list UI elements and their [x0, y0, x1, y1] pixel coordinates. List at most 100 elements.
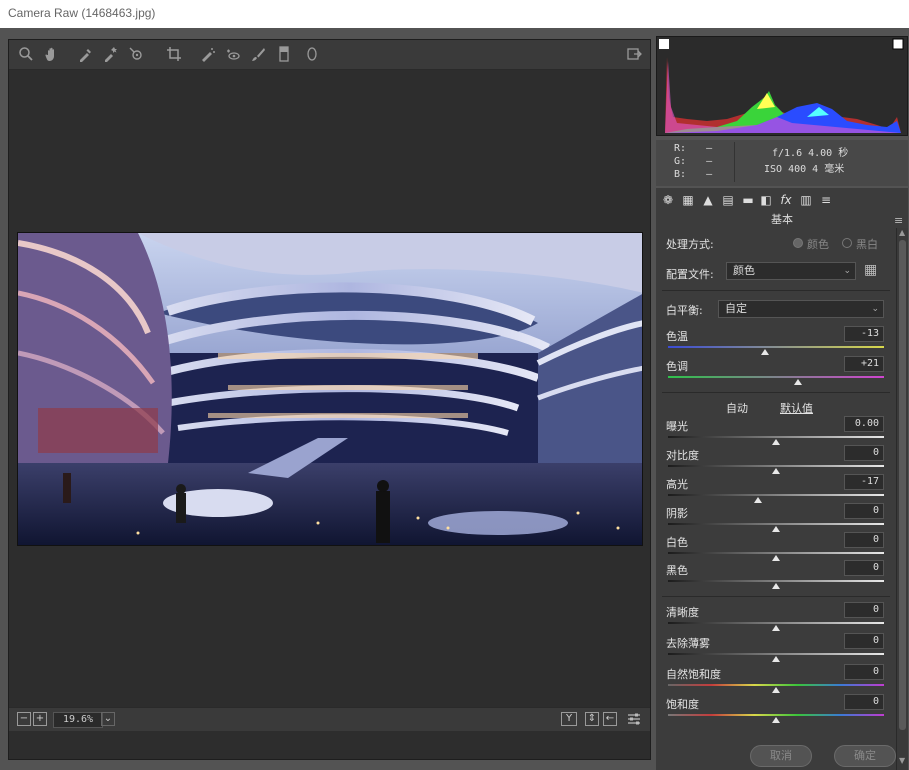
slider-track[interactable]	[668, 580, 884, 582]
profile-dropdown[interactable]: 颜色 ⌄	[726, 262, 856, 280]
profile-browser-icon[interactable]: ▦	[864, 262, 882, 280]
exif-r-label: R: —	[674, 143, 713, 154]
slider-thumb[interactable]	[772, 625, 780, 631]
cancel-button[interactable]: 取消	[750, 745, 812, 767]
slider-track[interactable]	[668, 436, 884, 438]
slider-value-input[interactable]: 0	[844, 445, 884, 461]
slider-label: 自然饱和度	[666, 668, 721, 681]
slider-thumb[interactable]	[772, 656, 780, 662]
slider-thumb[interactable]	[772, 687, 780, 693]
slider-value-input[interactable]: 0	[844, 503, 884, 519]
tab-tone-curve-icon[interactable]: ▦	[680, 193, 696, 207]
default-button[interactable]: 默认值	[780, 400, 813, 416]
status-bar: − + 19.6% ⌄ Y ⇕ ←	[9, 707, 650, 731]
slider-thumb[interactable]	[772, 583, 780, 589]
tab-effects-icon[interactable]: fx	[778, 193, 794, 207]
targeted-adjustment-icon[interactable]	[127, 46, 145, 64]
slider-value-input[interactable]: +21	[844, 356, 884, 372]
slider-label: 清晰度	[666, 606, 699, 619]
auto-button[interactable]: 自动	[726, 400, 748, 416]
slider-thumb[interactable]	[753, 497, 762, 503]
preview-image	[17, 232, 643, 546]
zoom-dropdown-icon[interactable]: ⌄	[101, 712, 115, 726]
treatment-label: 处理方式:	[666, 238, 714, 251]
slider-track[interactable]	[668, 684, 884, 686]
spot-removal-icon[interactable]	[199, 46, 217, 64]
slider-label: 色调	[666, 360, 688, 373]
color-sampler-icon[interactable]	[102, 46, 120, 64]
slider-thumb[interactable]	[772, 526, 780, 532]
slider-value-input[interactable]: 0	[844, 694, 884, 710]
scroll-down-icon[interactable]: ▼	[899, 756, 905, 765]
slider-track[interactable]	[668, 346, 884, 348]
zoom-icon[interactable]	[17, 46, 35, 64]
panel-scrollbar[interactable]: ▲ ▼	[896, 228, 908, 770]
panel-menu-icon[interactable]: ≡	[894, 214, 903, 227]
preview-area: − + 19.6% ⌄ Y ⇕ ←	[8, 39, 651, 760]
slider-thumb[interactable]	[793, 379, 802, 385]
window-title: Camera Raw (1468463.jpg)	[0, 0, 909, 28]
slider-label: 阴影	[666, 507, 688, 520]
slider-track[interactable]	[668, 552, 884, 554]
toggle-settings-icon[interactable]	[625, 711, 643, 729]
camera-raw-app: − + 19.6% ⌄ Y ⇕ ← R: — G: — B: — f/1.6 4…	[0, 28, 909, 770]
zoom-out-button[interactable]: −	[17, 712, 31, 726]
slider-value-input[interactable]: 0	[844, 602, 884, 618]
slider-value-input[interactable]: 0	[844, 560, 884, 576]
copy-settings-icon[interactable]: ←	[603, 712, 617, 726]
radial-filter-icon[interactable]	[303, 46, 321, 64]
slider-value-input[interactable]: -17	[844, 474, 884, 490]
treatment-bw-radio[interactable]	[842, 238, 852, 248]
before-after-icon[interactable]: Y	[561, 712, 577, 726]
wb-label: 白平衡:	[666, 304, 703, 317]
zoom-in-button[interactable]: +	[33, 712, 47, 726]
crop-icon[interactable]	[165, 46, 183, 64]
red-eye-icon[interactable]	[223, 46, 241, 64]
treatment-bw-label: 黑白	[856, 238, 878, 251]
tab-lens-icon[interactable]: ◧	[758, 193, 774, 207]
tab-split-toning-icon[interactable]: ▬	[740, 193, 756, 207]
highlight-clipping-icon[interactable]	[892, 38, 904, 50]
tab-calibration-icon[interactable]: ▥	[798, 193, 814, 207]
exif-iso-focal: ISO 400 4 毫米	[764, 164, 845, 175]
treatment-color-radio[interactable]	[793, 238, 803, 248]
scroll-thumb[interactable]	[899, 240, 906, 730]
shadow-clipping-icon[interactable]	[659, 39, 669, 49]
slider-value-input[interactable]: 0	[844, 633, 884, 649]
slider-track[interactable]	[668, 653, 884, 655]
exif-aperture-shutter: f/1.6 4.00 秒	[772, 148, 849, 159]
swap-settings-icon[interactable]: ⇕	[585, 712, 599, 726]
open-preferences-icon[interactable]	[625, 46, 643, 64]
tab-basic-icon[interactable]: ❁	[660, 193, 676, 207]
tab-detail-icon[interactable]: ▲	[700, 193, 716, 207]
slider-thumb[interactable]	[761, 349, 770, 355]
scroll-up-icon[interactable]: ▲	[899, 228, 905, 237]
slider-value-input[interactable]: 0.00	[844, 416, 884, 432]
slider-track[interactable]	[668, 523, 884, 525]
profile-label: 配置文件:	[666, 268, 714, 281]
slider-label: 色温	[666, 330, 688, 343]
slider-thumb[interactable]	[772, 717, 780, 723]
tab-hsl-icon[interactable]: ▤	[720, 193, 736, 207]
slider-track[interactable]	[668, 465, 884, 467]
slider-thumb[interactable]	[772, 468, 780, 474]
slider-thumb[interactable]	[772, 555, 780, 561]
graduated-filter-icon[interactable]	[275, 46, 293, 64]
tab-presets-icon[interactable]: ≡	[818, 193, 834, 207]
adjustment-brush-icon[interactable]	[249, 46, 267, 64]
slider-track[interactable]	[668, 494, 884, 496]
slider-label: 白色	[666, 536, 688, 549]
slider-track[interactable]	[668, 622, 884, 624]
white-balance-tool-icon[interactable]	[77, 46, 95, 64]
slider-value-input[interactable]: 0	[844, 664, 884, 680]
zoom-level[interactable]: 19.6%	[53, 712, 103, 728]
ok-button[interactable]: 确定	[834, 745, 896, 767]
slider-track[interactable]	[668, 376, 884, 378]
slider-value-input[interactable]: 0	[844, 532, 884, 548]
slider-track[interactable]	[668, 714, 884, 716]
wb-dropdown[interactable]: 自定 ⌄	[718, 300, 884, 318]
slider-value-input[interactable]: -13	[844, 326, 884, 342]
slider-thumb[interactable]	[772, 439, 780, 445]
hand-icon[interactable]	[43, 46, 61, 64]
panel-tabs: ❁ ▦ ▲ ▤ ▬ ◧ fx ▥ ≡	[656, 188, 908, 212]
